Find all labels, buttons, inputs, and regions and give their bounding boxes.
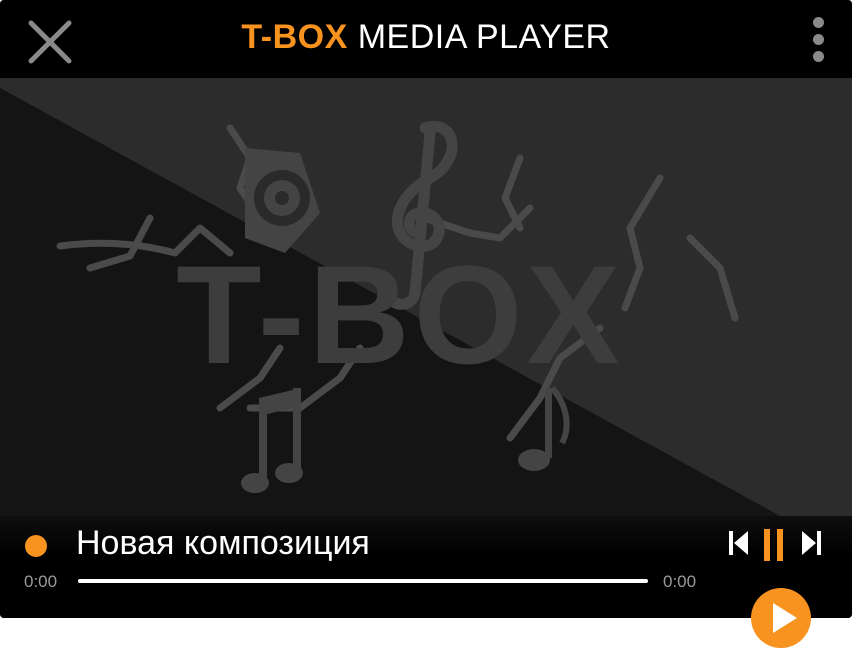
playing-indicator-dot [25,535,47,557]
app-title: T-BOX MEDIA PLAYER [0,18,852,57]
more-vertical-icon [804,17,832,62]
play-button[interactable] [751,588,811,648]
previous-track-button[interactable] [728,530,750,556]
total-time: 0:00 [663,572,697,591]
next-track-button[interactable] [800,530,822,556]
play-icon [773,603,797,633]
artwork: T-BOX [0,78,852,516]
menu-button[interactable] [804,14,832,68]
app-title-brand: T-BOX [241,18,348,56]
player-window: T-BOX MEDIA PLAYER T-BOX Новая композици… [0,0,852,618]
skip-previous-icon [729,531,748,555]
media-display: T-BOX [0,78,852,516]
app-title-text: MEDIA PLAYER [347,18,611,56]
pause-button[interactable] [762,528,786,562]
progress-bar[interactable] [78,579,648,583]
skip-next-icon [802,531,821,555]
tbox-logo: T-BOX [176,236,624,393]
current-time: 0:00 [24,572,58,591]
title-bar: T-BOX MEDIA PLAYER [0,0,852,78]
track-title: Новая композиция [76,524,370,562]
pause-icon [764,529,783,561]
player-controls: Новая композиция 0:00 0:00 [0,516,852,618]
